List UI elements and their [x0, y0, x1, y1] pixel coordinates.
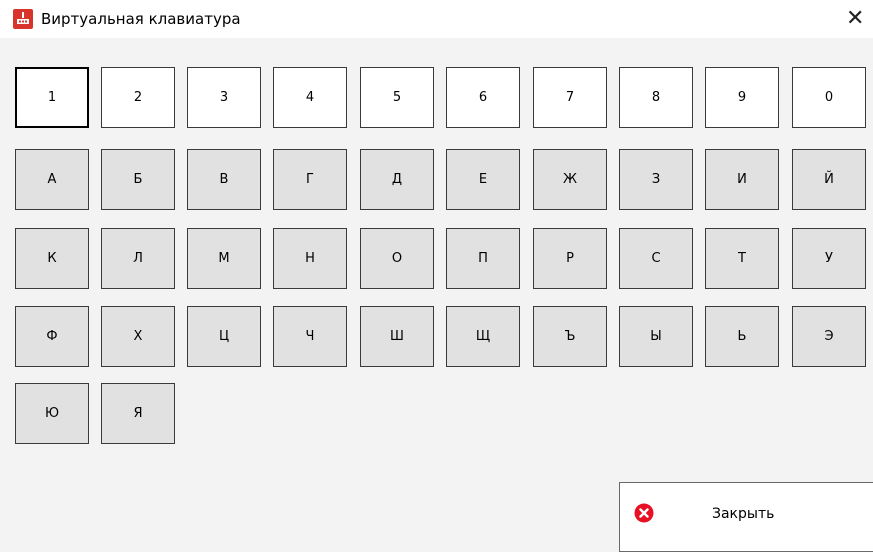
key-row3-8[interactable]: Ь — [705, 306, 779, 367]
key-digits-7[interactable]: 8 — [619, 67, 693, 128]
window-close-icon[interactable]: ✕ — [846, 8, 864, 30]
key-row1-3[interactable]: Г — [273, 149, 347, 210]
key-row3-1[interactable]: Х — [101, 306, 175, 367]
key-digits-2[interactable]: 3 — [187, 67, 261, 128]
key-row2-6[interactable]: Р — [533, 228, 607, 289]
keyboard-app-icon — [13, 9, 33, 29]
key-row4-1[interactable]: Я — [101, 383, 175, 444]
key-digits-3[interactable]: 4 — [273, 67, 347, 128]
key-row3-7[interactable]: Ы — [619, 306, 693, 367]
key-row1-2[interactable]: В — [187, 149, 261, 210]
key-row4-0[interactable]: Ю — [15, 383, 89, 444]
key-row2-3[interactable]: Н — [273, 228, 347, 289]
close-button[interactable]: Закрыть — [619, 482, 873, 552]
key-row1-1[interactable]: Б — [101, 149, 175, 210]
key-row1-7[interactable]: З — [619, 149, 693, 210]
key-digits-0[interactable]: 1 — [15, 67, 89, 128]
key-row3-3[interactable]: Ч — [273, 306, 347, 367]
key-row3-6[interactable]: Ъ — [533, 306, 607, 367]
key-row2-1[interactable]: Л — [101, 228, 175, 289]
key-row2-8[interactable]: Т — [705, 228, 779, 289]
key-row2-9[interactable]: У — [792, 228, 866, 289]
key-row1-4[interactable]: Д — [360, 149, 434, 210]
key-row2-5[interactable]: П — [446, 228, 520, 289]
key-row1-6[interactable]: Ж — [533, 149, 607, 210]
key-row2-4[interactable]: О — [360, 228, 434, 289]
key-row3-2[interactable]: Ц — [187, 306, 261, 367]
key-row2-0[interactable]: К — [15, 228, 89, 289]
key-row1-5[interactable]: Е — [446, 149, 520, 210]
virtual-keyboard-window: Виртуальная клавиатура ✕ 1234567890 АБВГД… — [0, 0, 873, 552]
key-digits-4[interactable]: 5 — [360, 67, 434, 128]
key-digits-8[interactable]: 9 — [705, 67, 779, 128]
key-row2-2[interactable]: М — [187, 228, 261, 289]
window-title: Виртуальная клавиатура — [41, 10, 241, 28]
key-row3-4[interactable]: Ш — [360, 306, 434, 367]
key-row1-0[interactable]: А — [15, 149, 89, 210]
title-bar: Виртуальная клавиатура ✕ — [0, 0, 873, 38]
key-digits-6[interactable]: 7 — [533, 67, 607, 128]
key-row3-5[interactable]: Щ — [446, 306, 520, 367]
key-row3-9[interactable]: Э — [792, 306, 866, 367]
key-row2-7[interactable]: С — [619, 228, 693, 289]
key-row1-9[interactable]: Й — [792, 149, 866, 210]
key-digits-9[interactable]: 0 — [792, 67, 866, 128]
key-digits-1[interactable]: 2 — [101, 67, 175, 128]
close-button-label: Закрыть — [712, 506, 775, 522]
close-icon — [634, 503, 654, 523]
key-row3-0[interactable]: Ф — [15, 306, 89, 367]
key-row1-8[interactable]: И — [705, 149, 779, 210]
key-digits-5[interactable]: 6 — [446, 67, 520, 128]
